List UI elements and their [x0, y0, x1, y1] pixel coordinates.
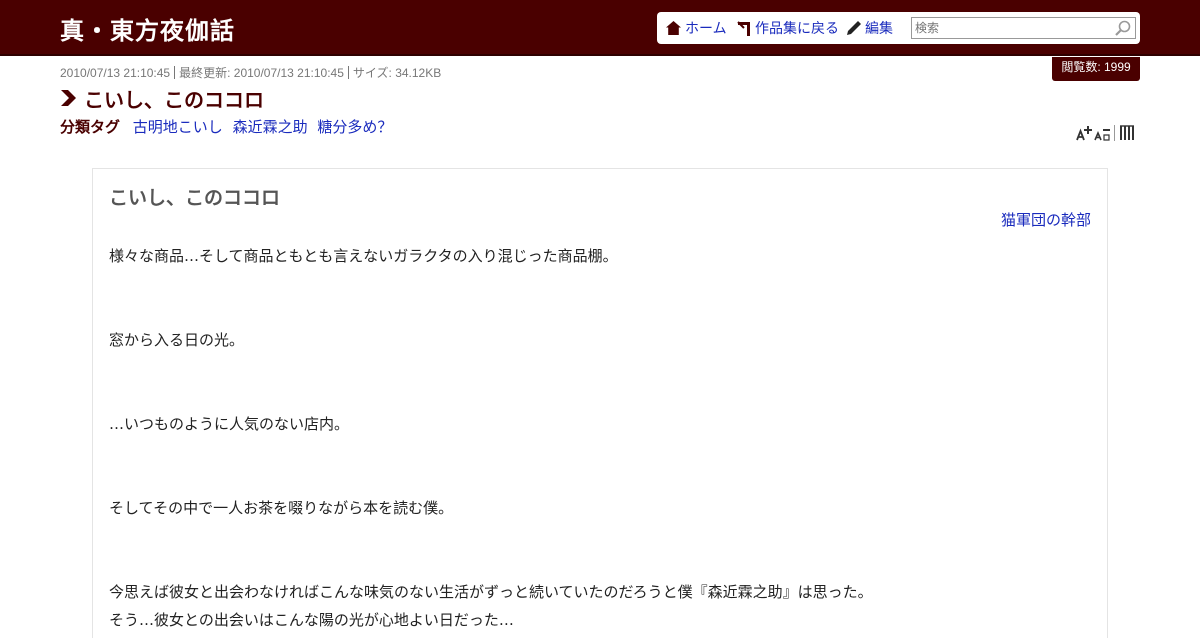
edit-label: 編集: [865, 21, 893, 37]
back-label: 作品集に戻る: [755, 21, 839, 37]
story-heading: こいし、このココロ: [109, 187, 281, 209]
home-icon: [666, 21, 681, 35]
search-icon[interactable]: [1115, 20, 1131, 36]
font-larger-button[interactable]: [1075, 124, 1093, 142]
site-title[interactable]: 真・東方夜伽話: [60, 11, 235, 46]
home-link[interactable]: ホーム: [666, 19, 727, 37]
tag-link[interactable]: 森近霖之助: [233, 118, 308, 136]
vertical-view-button[interactable]: [1118, 124, 1136, 142]
meta-divider: [174, 66, 176, 79]
author-link[interactable]: 猫軍団の幹部: [1001, 209, 1091, 230]
search-box: [911, 17, 1136, 39]
story-paragraph: …いつものように人気のない店内。: [109, 415, 350, 433]
tag-list: 分類タグ 古明地こいし 森近霖之助 糖分多め？: [60, 116, 397, 137]
story-paragraph: 今思えば彼女と出会わなければこんな味気のない生活がずっと続いていたのだろうと僕『…: [109, 583, 873, 601]
post-meta: 2010/07/13 21:10:45 最終更新: 2010/07/13 21:1…: [60, 64, 441, 81]
site-header: 真・東方夜伽話 ホーム 作品集に戻る 編集: [0, 0, 1200, 56]
view-count-badge: 閲覧数: 1999: [1052, 57, 1140, 81]
font-smaller-icon: [1094, 129, 1110, 141]
story-content: こいし、このココロ 猫軍団の幹部 様々な商品…そして商品ともとも言えないガラクタ…: [92, 168, 1108, 638]
meta-divider: [347, 66, 349, 79]
updated-date: 最終更新: 2010/07/13 21:10:45: [179, 66, 344, 80]
story-paragraph: 様々な商品…そして商品ともとも言えないガラクタの入り混じった商品棚。: [109, 247, 618, 265]
tag-link[interactable]: 糖分多め？: [317, 118, 392, 136]
work-title: こいし、このココロ: [84, 87, 264, 112]
font-larger-icon: [1076, 126, 1092, 141]
nav-bar: ホーム 作品集に戻る 編集: [657, 12, 1140, 44]
story-paragraph: 窓から入る日の光。: [109, 331, 245, 349]
tag-link[interactable]: 古明地こいし: [133, 118, 223, 136]
reading-tools: [1075, 124, 1136, 142]
back-icon: [737, 20, 750, 36]
tools-divider: [1114, 125, 1115, 141]
story-paragraph: そう…彼女との出会いはこんな陽の光が心地よい日だった…: [109, 611, 514, 629]
tag-label: 分類タグ: [60, 118, 121, 136]
file-size: サイズ: 34.12KB: [352, 66, 442, 80]
edit-link[interactable]: 編集: [847, 19, 893, 37]
posted-date: 2010/07/13 21:10:45: [60, 66, 171, 80]
font-smaller-button[interactable]: [1093, 124, 1111, 142]
pencil-icon: [847, 21, 861, 35]
back-to-collection-link[interactable]: 作品集に戻る: [737, 19, 839, 37]
vertical-text-icon: [1120, 125, 1134, 140]
home-label: ホーム: [685, 21, 727, 37]
search-input[interactable]: [912, 18, 1112, 38]
chevron-right-icon: [61, 90, 76, 106]
work-title-row: こいし、このココロ: [60, 85, 264, 112]
story-paragraph: そしてその中で一人お茶を啜りながら本を読む僕。: [109, 499, 454, 517]
